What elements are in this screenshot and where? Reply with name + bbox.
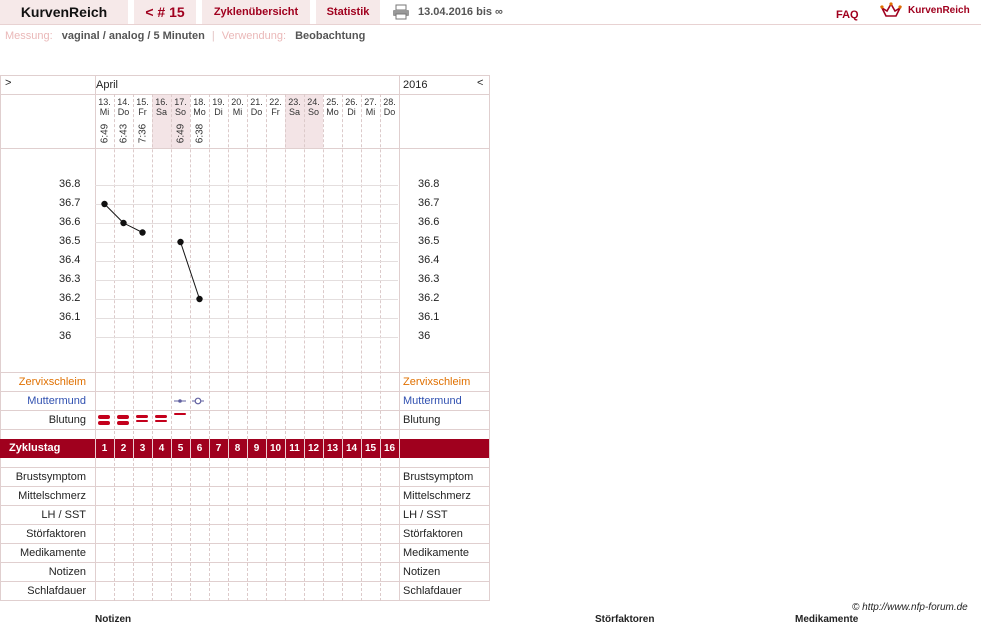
cervix-label-right: Zervixschleim	[403, 376, 471, 388]
mouth-label-right: Muttermund	[403, 395, 462, 407]
meds-label-right: Medikamente	[403, 547, 470, 559]
cycle-day-separator	[399, 439, 400, 458]
cycle-day-number: 10	[269, 443, 282, 454]
cycle-day-number: 12	[307, 443, 320, 454]
disturb-label-right: Störfaktoren	[403, 528, 463, 540]
mouth-label: Muttermund	[27, 395, 86, 407]
logo-text[interactable]: KurvenReich	[908, 0, 970, 22]
sleep-label: Schlafdauer	[27, 585, 86, 597]
bleeding-mark	[98, 415, 110, 419]
breast-label: Brustsymptom	[15, 471, 86, 483]
crown-logo-icon[interactable]	[880, 2, 902, 20]
temperature-point[interactable]	[196, 295, 203, 303]
cycle-day-number: 11	[289, 443, 300, 454]
faq-link[interactable]: FAQ	[836, 3, 859, 27]
temperature-line-segment	[180, 241, 200, 300]
temperature-point[interactable]	[120, 219, 127, 227]
cervix-label: Zervixschleim	[18, 376, 86, 388]
breast-label-right: Brustsymptom	[403, 471, 474, 483]
midpain-label: Mittelschmerz	[18, 490, 86, 502]
meds-label: Medikamente	[19, 547, 86, 559]
cycle-day-number: 15	[364, 443, 377, 454]
cycle-day-number: 6	[196, 443, 203, 454]
lh-label: LH / SST	[41, 509, 86, 521]
cycle-day-number: 5	[177, 443, 184, 454]
bleeding-mark	[136, 415, 148, 418]
cycle-day-number: 4	[158, 443, 165, 454]
cycle-day-number: 3	[139, 443, 146, 454]
cervix-position-icons	[174, 397, 204, 405]
sleep-label-right: Schlafdauer	[403, 585, 462, 597]
cycle-day-number: 2	[120, 443, 127, 454]
lh-label-right: LH / SST	[403, 509, 448, 521]
notes-label-right: Notizen	[403, 566, 441, 578]
temperature-point[interactable]	[177, 238, 184, 246]
notes-label: Notizen	[48, 566, 86, 578]
bleeding-mark	[117, 421, 129, 425]
midpain-label-right: Mittelschmerz	[403, 490, 471, 502]
bleeding-mark	[155, 415, 167, 418]
bleeding-label-right: Blutung	[403, 414, 441, 426]
bleeding-mark	[174, 413, 186, 415]
temperature-point[interactable]	[101, 200, 108, 208]
cycle-day-number: 8	[234, 443, 241, 454]
cycle-day-number: 16	[383, 443, 396, 454]
footer-credit: © http://www.nfp-forum.de	[852, 602, 968, 613]
bleeding-mark	[98, 421, 110, 425]
bleeding-mark	[117, 415, 129, 419]
cycle-day-number: 13	[326, 443, 339, 454]
temperature-point[interactable]	[139, 229, 146, 236]
cycle-day-number: 14	[345, 443, 358, 454]
cycle-chart: > April 2016 < 13. Mi 6:49 14. Do 6:43 15. Fr 7:…	[0, 0, 490, 602]
bleeding-mark	[136, 420, 148, 422]
cycle-day-number: 1	[101, 443, 108, 454]
cycle-day-number: 7	[215, 443, 222, 454]
disturb-label: Störfaktoren	[26, 528, 86, 540]
bleeding-mark	[155, 420, 167, 422]
temperature-line-segment	[104, 203, 124, 224]
bleeding-label: Blutung	[48, 414, 86, 426]
cycle-day-number: 9	[253, 443, 260, 454]
cycle-day-label: Zyklustag	[9, 442, 61, 454]
